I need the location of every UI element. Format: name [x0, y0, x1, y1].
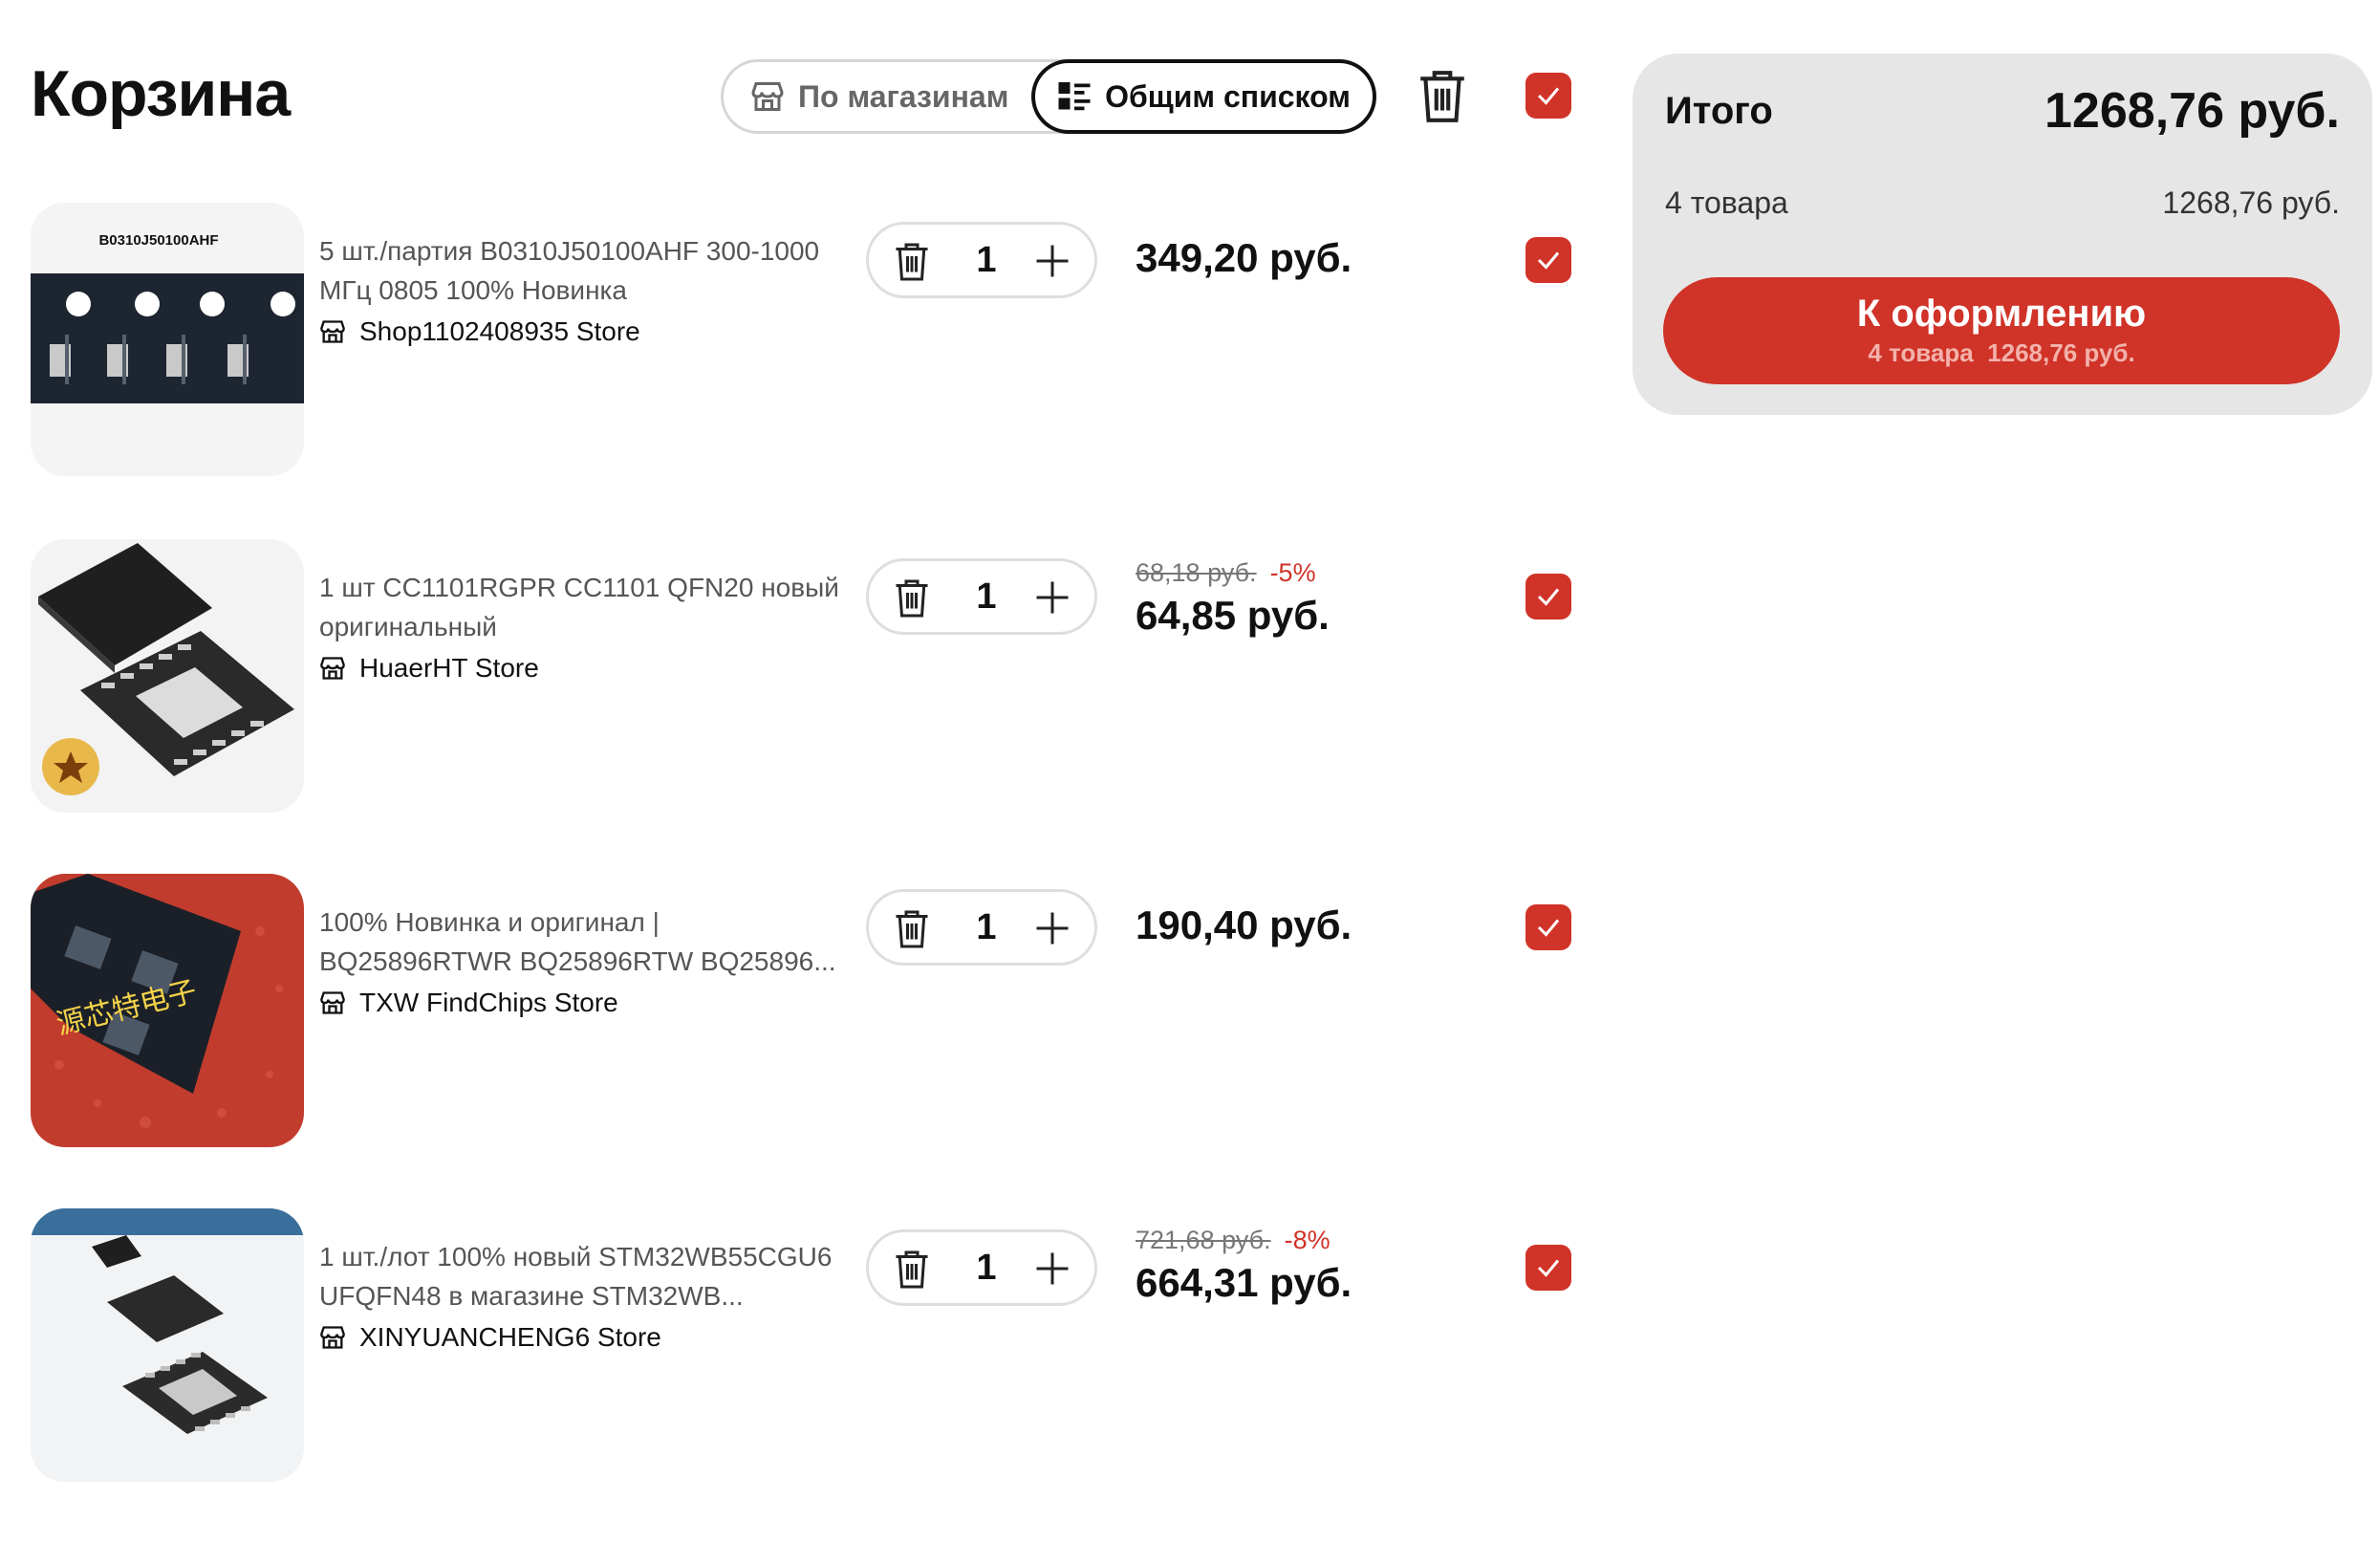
item-price: 64,85 руб. [1136, 593, 1330, 638]
increase-quantity-button[interactable] [1035, 911, 1070, 945]
view-common-list-label: Общим списком [1105, 78, 1351, 114]
view-common-list-button[interactable]: Общим списком [1031, 59, 1376, 134]
trash-icon [1420, 71, 1464, 122]
item-description: 1 шт./лот 100% новый STM32WB55CGU6 UFQFN… [319, 1237, 850, 1357]
product-image[interactable] [31, 1208, 304, 1482]
item-price: 664,31 руб. [1136, 1260, 1352, 1305]
store-icon [751, 82, 784, 111]
page-title: Корзина [31, 57, 291, 130]
item-checkbox[interactable] [1525, 574, 1571, 619]
remove-item-button[interactable] [894, 578, 930, 619]
quantity-value: 1 [976, 907, 997, 947]
summary-total: 1268,76 руб. [2045, 83, 2340, 139]
store-icon [320, 990, 345, 1014]
item-store[interactable]: TXW FindChips Store [319, 983, 850, 1022]
trash-icon [896, 243, 928, 281]
store-name: TXW FindChips Store [359, 988, 618, 1017]
old-price-row: 68,18 руб. -5% [1136, 558, 1316, 588]
remove-item-button[interactable] [894, 909, 930, 949]
discount-badge: -5% [1269, 558, 1316, 587]
checkout-button[interactable]: К оформлению 4 товара 1268,76 руб. [1663, 277, 2340, 384]
view-toggle: По магазинам Общим списком [721, 59, 1376, 134]
view-by-shops-button[interactable]: По магазинам [750, 62, 1008, 131]
checkmark-icon [1537, 251, 1560, 270]
checkmark-icon [1537, 588, 1560, 606]
view-by-shops-label: По магазинам [798, 78, 1009, 114]
item-price: 349,20 руб. [1136, 235, 1352, 280]
trash-icon [896, 579, 928, 618]
item-name[interactable]: 100% Новинка и оригинал | BQ25896RTWR BQ… [319, 902, 850, 981]
item-store[interactable]: Shop1102408935 Store [319, 312, 850, 351]
checkout-total: 1268,76 руб. [1987, 338, 2135, 367]
cart-item: 源芯特电子 100% Новинка и оригинал | BQ25896R… [0, 874, 1606, 1151]
increase-quantity-button[interactable] [1035, 1251, 1070, 1286]
trash-icon [896, 1250, 928, 1289]
cart-item: 1 шт./лот 100% новый STM32WB55CGU6 UFQFN… [0, 1208, 1606, 1486]
checkout-count: 4 товара [1868, 338, 1974, 367]
old-price: 721,68 руб. [1136, 1226, 1271, 1254]
delete-selected-button[interactable] [1418, 69, 1466, 124]
store-name: XINYUANCHENG6 Store [359, 1322, 661, 1352]
item-name[interactable]: 5 шт./партия B0310J50100AHF 300-1000 МГц… [319, 231, 850, 310]
store-icon [320, 656, 345, 680]
quantity-value: 1 [976, 240, 997, 280]
checkmark-icon [1537, 87, 1560, 105]
item-name[interactable]: 1 шт CC1101RGPR CC1101 QFN20 новый ориги… [319, 568, 850, 646]
item-checkbox[interactable] [1525, 904, 1571, 950]
quantity-stepper: 1 [866, 222, 1097, 298]
product-image[interactable]: B0310J50100AHF [31, 203, 304, 476]
product-image-label: B0310J50100AHF [98, 232, 218, 249]
item-store[interactable]: XINYUANCHENG6 Store [319, 1317, 850, 1357]
item-checkbox[interactable] [1525, 1245, 1571, 1291]
select-all-checkbox[interactable] [1525, 73, 1571, 119]
checkout-details: 4 товара 1268,76 руб. [1663, 337, 2340, 369]
discount-badge: -8% [1284, 1226, 1331, 1254]
summary-subtotal: 1268,76 руб. [2162, 185, 2340, 220]
quantity-stepper: 1 [866, 558, 1097, 635]
item-description: 100% Новинка и оригинал | BQ25896RTWR BQ… [319, 902, 850, 1022]
checkmark-icon [1537, 919, 1560, 937]
increase-quantity-button[interactable] [1035, 580, 1070, 615]
store-name: Shop1102408935 Store [359, 316, 640, 346]
remove-item-button[interactable] [894, 1250, 930, 1290]
item-name[interactable]: 1 шт./лот 100% новый STM32WB55CGU6 UFQFN… [319, 1237, 850, 1315]
item-checkbox[interactable] [1525, 237, 1571, 283]
remove-item-button[interactable] [894, 242, 930, 282]
product-image[interactable]: 源芯特电子 [31, 874, 304, 1147]
summary-item-count: 4 товара [1665, 185, 1788, 220]
old-price: 68,18 руб. [1136, 558, 1257, 587]
item-store[interactable]: HuaerHT Store [319, 648, 850, 687]
quantity-stepper: 1 [866, 889, 1097, 966]
store-icon [320, 1325, 345, 1349]
plus-icon [1036, 581, 1069, 614]
checkout-label: К оформлению [1856, 293, 2147, 335]
order-summary: Итого 1268,76 руб. 4 товара 1268,76 руб.… [1633, 54, 2372, 415]
cart-item: 1 шт CC1101RGPR CC1101 QFN20 новый ориги… [0, 539, 1606, 816]
quantity-value: 1 [976, 576, 997, 617]
cart-item: B0310J50100AHF 5 шт./партия B0310J50100A… [0, 203, 1606, 480]
plus-icon [1036, 912, 1069, 945]
list-icon [1058, 82, 1091, 111]
increase-quantity-button[interactable] [1035, 244, 1070, 278]
old-price-row: 721,68 руб. -8% [1136, 1226, 1331, 1255]
checkmark-icon [1537, 1259, 1560, 1277]
store-icon [320, 319, 345, 343]
trash-icon [896, 910, 928, 948]
store-name: HuaerHT Store [359, 653, 539, 683]
item-description: 1 шт CC1101RGPR CC1101 QFN20 новый ориги… [319, 568, 850, 687]
summary-label: Итого [1665, 90, 1773, 132]
quantity-stepper: 1 [866, 1229, 1097, 1306]
plus-icon [1036, 1252, 1069, 1285]
quantity-value: 1 [976, 1248, 997, 1288]
item-price: 190,40 руб. [1136, 902, 1352, 947]
product-image[interactable] [31, 539, 304, 813]
plus-icon [1036, 245, 1069, 277]
item-description: 5 шт./партия B0310J50100AHF 300-1000 МГц… [319, 231, 850, 351]
